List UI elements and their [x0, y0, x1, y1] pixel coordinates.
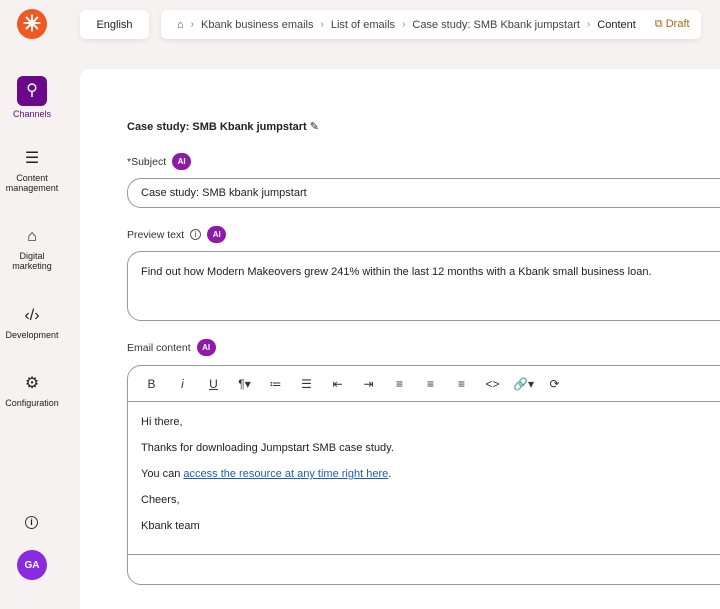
- sidebar-item-development[interactable]: ‹/› Development: [0, 305, 64, 340]
- home-icon[interactable]: ⌂: [177, 19, 184, 31]
- edit-icon[interactable]: ✎: [310, 121, 319, 133]
- sidebar-item-content-management[interactable]: ☰ Content management: [0, 148, 64, 193]
- align-left-icon[interactable]: ≡: [384, 377, 415, 391]
- preview-input[interactable]: Find out how Modern Makeovers grew 241% …: [127, 251, 720, 321]
- breadcrumb-current: Content: [597, 18, 636, 31]
- bullet-list-icon[interactable]: ☰: [291, 377, 322, 391]
- clear-format-icon[interactable]: ⟳: [539, 377, 570, 391]
- indent-icon[interactable]: ⇥: [353, 377, 384, 391]
- ordered-list-icon[interactable]: ≔: [260, 377, 291, 391]
- outdent-icon[interactable]: ⇤: [322, 377, 353, 391]
- resource-link[interactable]: access the resource at any time right he…: [183, 468, 388, 480]
- bold-icon[interactable]: B: [136, 377, 167, 391]
- editor-body[interactable]: Hi there, Thanks for downloading Jumpsta…: [141, 416, 720, 532]
- sidebar-item-digital-marketing[interactable]: ⌂ Digital marketing: [0, 226, 64, 271]
- breadcrumb-item[interactable]: Kbank business emails: [201, 19, 314, 31]
- ai-button[interactable]: AI: [172, 153, 192, 170]
- sidebar-item-configuration[interactable]: ⚙ Configuration: [0, 373, 64, 408]
- subject-input[interactable]: Case study: SMB kbank jumpstart: [127, 178, 720, 208]
- link-icon[interactable]: 🔗▾: [508, 377, 539, 391]
- copy-icon: ⧉: [654, 18, 663, 30]
- info-icon[interactable]: i: [25, 516, 38, 529]
- sidebar-item-channels[interactable]: ⚲ Channels: [0, 76, 64, 119]
- breadcrumb: ⌂ › Kbank business emails › List of emails…: [161, 10, 701, 39]
- preview-label: Preview text i AI: [127, 226, 227, 243]
- store-icon: ⌂: [27, 228, 37, 245]
- code-icon: ‹/›: [24, 307, 40, 324]
- status-badge: ⧉ Draft: [654, 18, 690, 30]
- logo[interactable]: ✳: [17, 9, 47, 39]
- avatar[interactable]: GA: [17, 550, 47, 580]
- list-icon: ☰: [24, 150, 40, 167]
- italic-icon[interactable]: i: [167, 377, 198, 391]
- ai-button[interactable]: AI: [207, 226, 227, 243]
- editor-footer: [128, 554, 720, 555]
- breadcrumb-item[interactable]: List of emails: [331, 19, 395, 31]
- gears-icon: ⚙: [24, 375, 40, 392]
- language-selector[interactable]: English: [80, 10, 149, 39]
- editor-panel: Case study: SMB Kbank jumpstart ✎ *Subje…: [80, 69, 720, 609]
- editor-toolbar: B i U ¶▾ ≔ ☰ ⇤ ⇥ ≡ ≡ ≡ <> 🔗▾ ⟳: [128, 366, 720, 402]
- align-right-icon[interactable]: ≡: [446, 377, 477, 391]
- subject-label: *Subject AI: [127, 153, 192, 170]
- rich-text-editor[interactable]: B i U ¶▾ ≔ ☰ ⇤ ⇥ ≡ ≡ ≡ <> 🔗▾ ⟳ Hi there,…: [127, 365, 720, 585]
- paragraph-icon[interactable]: ¶▾: [229, 377, 260, 391]
- page-title: Case study: SMB Kbank jumpstart ✎: [127, 121, 319, 133]
- ai-button[interactable]: AI: [196, 339, 216, 356]
- underline-icon[interactable]: U: [198, 377, 229, 391]
- channels-icon: ⚲: [17, 76, 47, 106]
- content-label: Email content AI: [127, 339, 216, 356]
- align-center-icon[interactable]: ≡: [415, 377, 446, 391]
- code-icon[interactable]: <>: [477, 377, 508, 391]
- breadcrumb-item[interactable]: Case study: SMB Kbank jumpstart: [412, 19, 580, 31]
- info-icon[interactable]: i: [190, 229, 202, 240]
